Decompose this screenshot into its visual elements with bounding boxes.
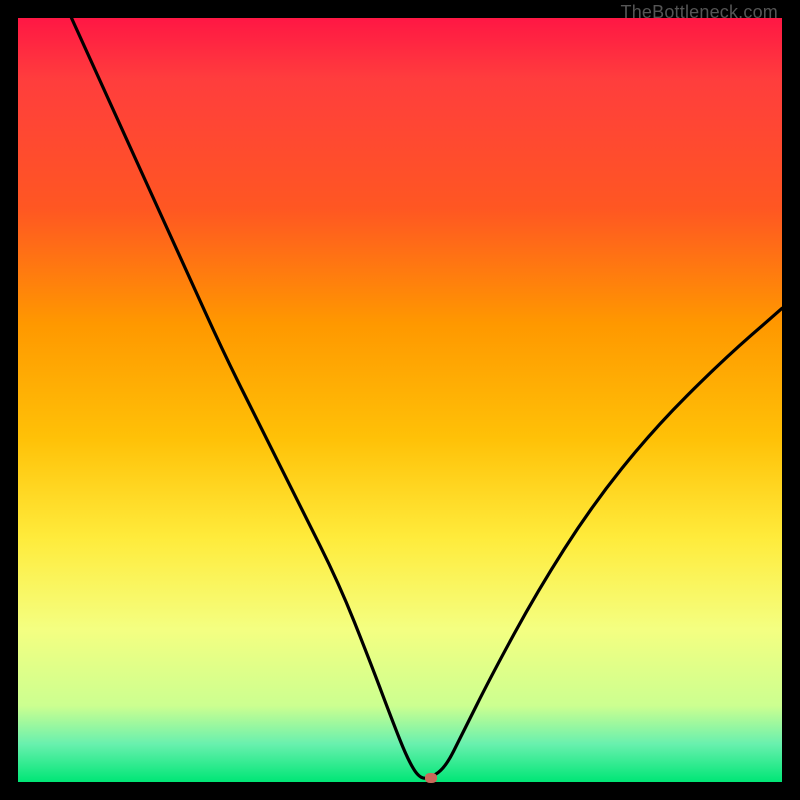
optimal-point-marker xyxy=(425,773,437,783)
watermark-text: TheBottleneck.com xyxy=(621,2,778,23)
chart-frame: TheBottleneck.com xyxy=(0,0,800,800)
bottleneck-curve xyxy=(18,18,782,782)
plot-area xyxy=(18,18,782,782)
